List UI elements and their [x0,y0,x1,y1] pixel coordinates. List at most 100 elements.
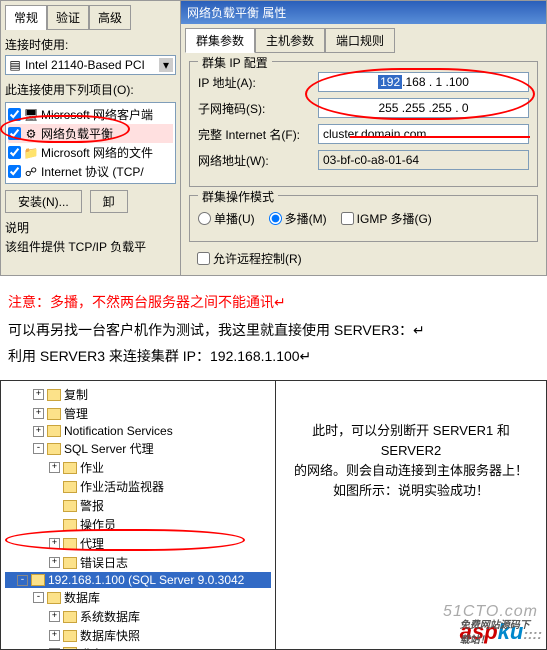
tree-node[interactable]: + 数据库快照 [5,626,271,645]
tree[interactable]: + 复制 + 管理 + Notification Services-SQL Server … [5,385,271,649]
expand-icon[interactable]: + [49,538,60,549]
domain-input[interactable]: cluster.domain.com [318,124,529,144]
mac-row: 网络地址(W): 03-bf-c0-a8-01-64 [198,150,529,170]
install-button[interactable]: 安装(N)... [5,190,82,213]
folder-icon [47,592,61,604]
folder-icon [31,574,45,586]
tree-node[interactable]: + 作业 [5,458,271,477]
watermark-sub: 免费网站源码下载站！ [460,616,536,646]
expand-icon[interactable]: - [33,592,44,603]
radio-input[interactable] [269,212,282,225]
service-icon: ⚙ [24,127,38,141]
ip-label: IP 地址(A): [198,74,318,91]
tab-cluster[interactable]: 群集参数 [185,28,255,53]
window-title: 网络负载平衡 属性 [181,1,546,24]
expand-icon[interactable]: - [17,575,28,586]
tree-node[interactable]: 操作员 [5,515,271,534]
folder-icon [63,481,77,493]
list-item-nlb[interactable]: ⚙ 网络负载平衡 [8,124,173,143]
folder-icon [63,630,77,642]
folder-icon [63,647,77,649]
expand-icon[interactable]: + [49,630,60,641]
expand-icon[interactable]: + [33,426,44,437]
ip-input[interactable]: 192.168 . 1 .100 [318,72,529,92]
list-item[interactable]: 📁 Microsoft 网络的文件 [8,143,173,162]
file-icon: 📁 [24,146,38,160]
checkbox[interactable] [8,146,21,159]
mask-row: 子网掩码(S): 255 .255 .255 . 0 [198,98,529,118]
mode-legend: 群集操作模式 [198,188,278,205]
result-line: 此时，可以分别断开 SERVER1 和 SERVER2 [288,421,534,461]
tree-label: 错误日志 [80,554,128,571]
expand-icon[interactable]: - [33,443,44,454]
tree-label: 操作员 [80,516,116,533]
radio-input[interactable] [198,212,211,225]
tab-auth[interactable]: 验证 [47,5,89,30]
check-remote[interactable]: 允许远程控制(R) [197,250,538,267]
desc-text: 该组件提供 TCP/IP 负载平 [5,238,176,255]
description-box: 说明 该组件提供 TCP/IP 负载平 [5,219,176,255]
tree-label: 数据库快照 [80,627,140,644]
domain-row: 完整 Internet 名(F): cluster.domain.com [198,124,529,144]
components-list: 🖥 Microsoft 网络客户端 ⚙ 网络负载平衡 📁 Microsoft 网… [5,102,176,184]
client-icon: 🖥 [24,108,38,122]
tab-general[interactable]: 常规 [5,5,47,30]
folder-icon [63,538,77,550]
expand-icon[interactable]: + [49,462,60,473]
item-label: Microsoft 网络的文件 [41,144,153,161]
article: 注意：多播，不然两台服务器之间不能通讯↵ 可以再另找一台客户机作为测试，我这里就… [0,276,547,380]
expand-icon[interactable]: + [33,389,44,400]
checkbox[interactable] [8,165,21,178]
tree-label: 复制 [64,386,88,403]
tree-label: 作业 [80,459,104,476]
checkbox-input[interactable] [341,212,354,225]
tree-node-selected[interactable]: -192.168.1.100 (SQL Server 9.0.3042 [5,572,271,588]
tab-port[interactable]: 端口规则 [325,28,395,53]
checkbox[interactable] [8,127,21,140]
tree-node[interactable]: + Notification Services [5,423,271,439]
tree-node[interactable]: 警报 [5,496,271,515]
tree-label: 管理 [64,405,88,422]
tree-node[interactable]: + 管理 [5,404,271,423]
tree-label: 作业活动监视器 [80,478,164,495]
check-igmp[interactable]: IGMP 多播(G) [341,210,432,227]
ip-seg-selected: 192 [378,75,402,89]
list-item[interactable]: 🖥 Microsoft 网络客户端 [8,105,173,124]
tree-label: Notification Services [64,424,173,438]
tree-node[interactable]: + 复制 [5,385,271,404]
check-label: 允许远程控制(R) [213,250,302,267]
tree-node[interactable]: 作业活动监视器 [5,477,271,496]
adapter-name: Intel 21140-Based PCI [25,58,145,72]
tree-node[interactable]: -SQL Server 代理 [5,439,271,458]
folder-icon [47,425,61,437]
protocol-icon: ☍ [24,165,38,179]
checkbox[interactable] [8,108,21,121]
radio-label: 多播(M) [285,210,327,227]
tab-host[interactable]: 主机参数 [255,28,325,53]
tree-node[interactable]: + 错误日志 [5,553,271,572]
tree-node[interactable]: -数据库 [5,588,271,607]
tree-node[interactable]: +系统数据库 [5,607,271,626]
para1: 可以再另找一台客户机作为测试，我这里就直接使用 SERVER3：↵ [8,320,539,340]
domain-label: 完整 Internet 名(F): [198,126,318,143]
expand-icon[interactable]: + [49,557,60,568]
uninstall-button[interactable]: 卸 [90,190,128,213]
mask-input[interactable]: 255 .255 .255 . 0 [318,98,529,118]
checkbox-input[interactable] [197,252,210,265]
radio-unicast[interactable]: 单播(U) [198,210,255,227]
tree-node[interactable]: +代理 [5,534,271,553]
expand-icon[interactable]: + [49,611,60,622]
radio-multicast[interactable]: 多播(M) [269,210,327,227]
list-item[interactable]: ☍ Internet 协议 (TCP/ [8,162,173,181]
expand-icon[interactable]: + [49,648,60,650]
expand-icon[interactable]: + [33,408,44,419]
radio-row: 单播(U) 多播(M) IGMP 多播(G) [198,206,529,231]
item-label: 网络负载平衡 [41,125,113,142]
watermark-aspku: aspku:::: 免费网站源码下载站！ [460,619,542,645]
left-tabs: 常规 验证 高级 [5,5,176,30]
adapter-dropdown[interactable]: ▤ Intel 21140-Based PCI ▾ [5,55,176,75]
ip-row: IP 地址(A): 192.168 . 1 .100 [198,72,529,92]
tree-node[interactable]: +db1 [5,645,271,649]
right-panel: 网络负载平衡 属性 群集参数 主机参数 端口规则 群集 IP 配置 IP 地址(… [181,1,546,275]
tab-advanced[interactable]: 高级 [89,5,131,30]
